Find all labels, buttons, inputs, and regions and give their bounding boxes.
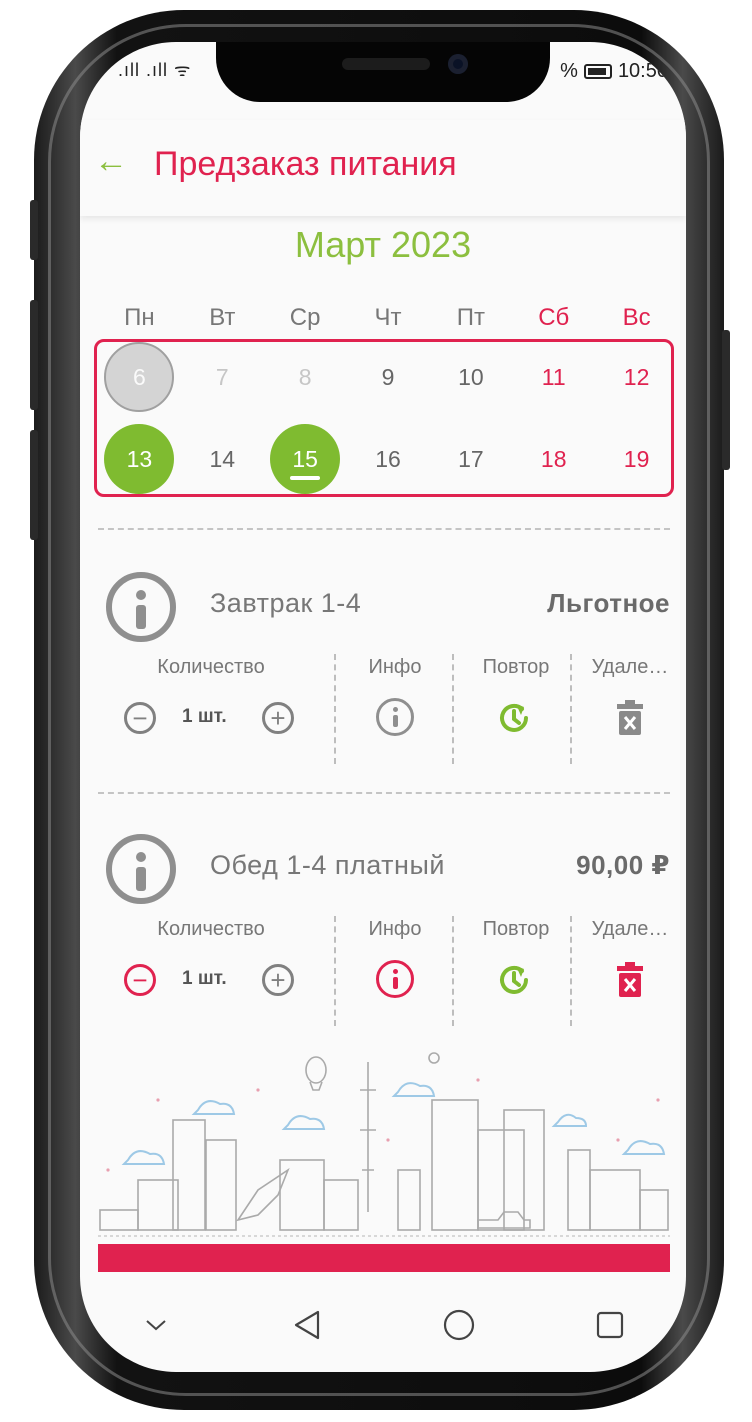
column-divider xyxy=(452,654,454,764)
trash-icon[interactable] xyxy=(616,700,644,736)
power-button xyxy=(722,330,730,470)
calendar-day[interactable]: 16 xyxy=(347,424,430,494)
divider xyxy=(98,792,670,794)
battery-percent: % xyxy=(560,60,578,82)
calendar-week-row: 13 14 15 16 17 18 19 xyxy=(98,424,678,494)
calendar-day-today[interactable]: 15 xyxy=(264,424,347,494)
meal-name: Обед 1-4 платный xyxy=(210,850,445,880)
calendar-day[interactable]: 11 xyxy=(512,342,595,412)
calendar-day[interactable]: 14 xyxy=(181,424,264,494)
calendar-day[interactable]: 9 xyxy=(347,342,430,412)
info-icon[interactable] xyxy=(376,698,414,736)
quantity-label: Количество xyxy=(157,656,265,678)
camera-icon xyxy=(448,54,468,74)
info-circle-icon[interactable] xyxy=(106,834,176,904)
weekday-label: Пн xyxy=(124,304,155,331)
divider xyxy=(98,528,670,530)
app-bar: ← Предзаказ питания xyxy=(80,120,686,216)
meal-item: Завтрак 1-4 Льготное Количество Инфо Пов… xyxy=(80,572,686,792)
weekday-label: Чт xyxy=(374,304,402,331)
calendar-day[interactable]: 10 xyxy=(429,342,512,412)
meal-price: 90,00 ₽ xyxy=(576,850,670,880)
column-divider xyxy=(452,916,454,1026)
calendar-day[interactable]: 18 xyxy=(512,424,595,494)
calendar-day[interactable]: 19 xyxy=(595,424,678,494)
trash-icon[interactable] xyxy=(616,962,644,998)
weekday-label: Сб xyxy=(538,304,570,331)
calendar-day-selected[interactable]: 13 xyxy=(98,424,181,494)
weekday-label: Пт xyxy=(456,304,485,331)
volume-button xyxy=(30,200,38,260)
info-label: Инфо xyxy=(368,918,422,940)
minus-button[interactable]: − xyxy=(124,702,156,734)
info-circle-icon[interactable] xyxy=(106,572,176,642)
repeat-label: Повтор xyxy=(482,656,550,678)
calendar-day[interactable]: 17 xyxy=(429,424,512,494)
clock: 10:50 xyxy=(617,60,668,82)
back-triangle-icon[interactable] xyxy=(267,1295,347,1355)
city-skyline-illustration xyxy=(98,1052,670,1237)
calendar-week-row: 6 7 8 9 10 11 12 xyxy=(98,342,678,412)
speaker-grille xyxy=(342,58,430,70)
calendar-day[interactable]: 12 xyxy=(595,342,678,412)
volume-button xyxy=(30,300,38,410)
notch xyxy=(216,42,550,102)
battery-icon xyxy=(583,64,612,79)
weekday-label: Вт xyxy=(209,304,236,331)
column-divider xyxy=(334,916,336,1026)
home-circle-icon[interactable] xyxy=(419,1295,499,1355)
action-bar[interactable] xyxy=(98,1244,670,1272)
delete-label: Удале… xyxy=(591,918,669,940)
quantity-value: 1 шт. xyxy=(182,968,227,989)
month-title: Март 2023 xyxy=(294,224,472,265)
weekday-label: Вс xyxy=(622,304,651,331)
recents-square-icon[interactable] xyxy=(570,1295,650,1355)
today-indicator xyxy=(290,476,321,480)
column-divider xyxy=(570,916,572,1026)
column-divider xyxy=(334,654,336,764)
delete-label: Удале… xyxy=(591,656,669,678)
column-divider xyxy=(570,654,572,764)
quantity-label: Количество xyxy=(157,918,265,940)
repeat-label: Повтор xyxy=(482,918,550,940)
minus-button[interactable]: − xyxy=(124,964,156,996)
repeat-icon[interactable] xyxy=(494,960,534,1000)
status-bar-right: % 10:50 xyxy=(560,60,668,83)
weekday-label: Ср xyxy=(289,304,321,331)
weekday-header: Пн Вт Ср Чт Пт Сб Вс xyxy=(98,304,678,332)
calendar-day[interactable]: 6 xyxy=(98,342,181,412)
repeat-icon[interactable] xyxy=(494,698,534,738)
meal-item: Обед 1-4 платный 90,00 ₽ Количество Инфо… xyxy=(80,834,686,1054)
volume-button xyxy=(30,430,38,540)
info-label: Инфо xyxy=(368,656,422,678)
plus-button[interactable]: + xyxy=(262,702,294,734)
chevron-down-icon[interactable] xyxy=(116,1295,196,1355)
info-icon[interactable] xyxy=(376,960,414,998)
arrow-left-icon[interactable]: ← xyxy=(94,142,128,181)
calendar-day[interactable]: 8 xyxy=(264,342,347,412)
meal-price: Льготное xyxy=(547,588,670,618)
plus-button[interactable]: + xyxy=(262,964,294,996)
phone-screen: .ıll .ıll ᯤ % 10:50 ← Предзаказ питания … xyxy=(80,42,686,1372)
meal-name: Завтрак 1-4 xyxy=(210,588,362,618)
calendar-day[interactable]: 7 xyxy=(181,342,264,412)
system-nav-bar xyxy=(80,1290,686,1360)
signal-icons: .ıll .ıll ᯤ xyxy=(118,60,192,80)
quantity-value: 1 шт. xyxy=(182,706,227,727)
page-title: Предзаказ питания xyxy=(154,145,457,183)
